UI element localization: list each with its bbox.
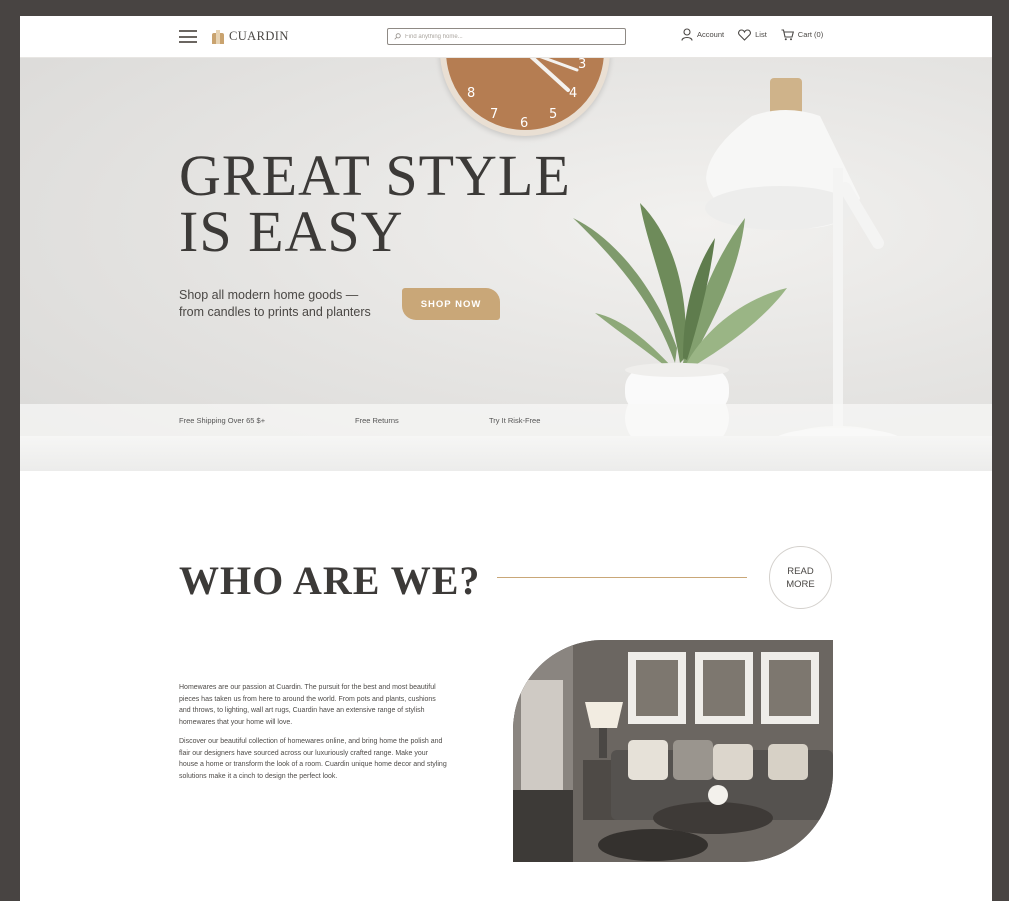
- site-header: CUARDIN Account List: [20, 16, 992, 58]
- cart-link[interactable]: Cart (0): [781, 28, 824, 41]
- table-surface: [20, 436, 992, 471]
- wall-clock-image: 8 7 6 5 4 3: [440, 58, 610, 136]
- svg-text:3: 3: [578, 58, 586, 72]
- about-divider: [497, 577, 747, 578]
- hero-title-line1: Great Style: [179, 143, 571, 208]
- svg-text:6: 6: [520, 116, 528, 130]
- logo-text: CUARDIN: [229, 29, 289, 43]
- about-text: Homewares are our passion at Cuardin. Th…: [179, 682, 449, 790]
- shop-now-button[interactable]: SHOP NOW: [402, 288, 500, 320]
- about-title: WHO ARE WE?: [179, 558, 481, 603]
- search-icon: [394, 33, 401, 40]
- read-more-button[interactable]: READ MORE: [769, 546, 832, 609]
- logo[interactable]: CUARDIN: [212, 29, 289, 44]
- living-room-image: [513, 640, 833, 862]
- user-icon: [681, 28, 693, 41]
- svg-text:8: 8: [467, 86, 475, 101]
- about-paragraph-1: Homewares are our passion at Cuardin. Th…: [179, 684, 436, 726]
- perks-bar: Free Shipping Over 65 $+ Free Returns Tr…: [20, 404, 992, 436]
- list-link[interactable]: List: [738, 28, 767, 41]
- read-more-line2: MORE: [786, 578, 815, 590]
- page-frame: CUARDIN Account List: [20, 16, 992, 901]
- svg-text:5: 5: [549, 107, 557, 122]
- menu-icon[interactable]: [179, 30, 197, 43]
- hero-title: Great Style is Easy: [179, 143, 599, 264]
- hero-banner: 8 7 6 5 4 3 GREAT STYLE IS EASY Shop all…: [20, 58, 992, 471]
- logo-icon: [212, 29, 224, 44]
- list-label: List: [755, 30, 767, 39]
- search-input[interactable]: [405, 33, 605, 40]
- hero-subtitle: Shop all modern home goods — from candle…: [179, 287, 389, 321]
- hero-title-line2: is Easy: [179, 199, 404, 264]
- account-label: Account: [697, 30, 725, 39]
- read-more-line1: READ: [787, 565, 814, 577]
- svg-text:4: 4: [569, 86, 577, 101]
- svg-text:7: 7: [490, 107, 498, 122]
- perk-free-returns: Free Returns: [355, 416, 399, 425]
- perk-free-shipping: Free Shipping Over 65 $+: [179, 416, 266, 425]
- perk-risk-free: Try It Risk-Free: [489, 416, 541, 425]
- cart-icon: [781, 28, 794, 40]
- header-nav: Account List Cart (0): [681, 28, 823, 41]
- about-paragraph-2: Discover our beautiful collection of hom…: [179, 738, 447, 780]
- hero-subtitle-line2: from candles to prints and planters: [179, 305, 371, 319]
- heart-icon: [738, 28, 752, 41]
- hero-subtitle-line1: Shop all modern home goods —: [179, 288, 359, 302]
- search-bar[interactable]: [387, 28, 626, 45]
- cart-label: Cart (0): [797, 30, 824, 39]
- account-link[interactable]: Account: [681, 28, 724, 41]
